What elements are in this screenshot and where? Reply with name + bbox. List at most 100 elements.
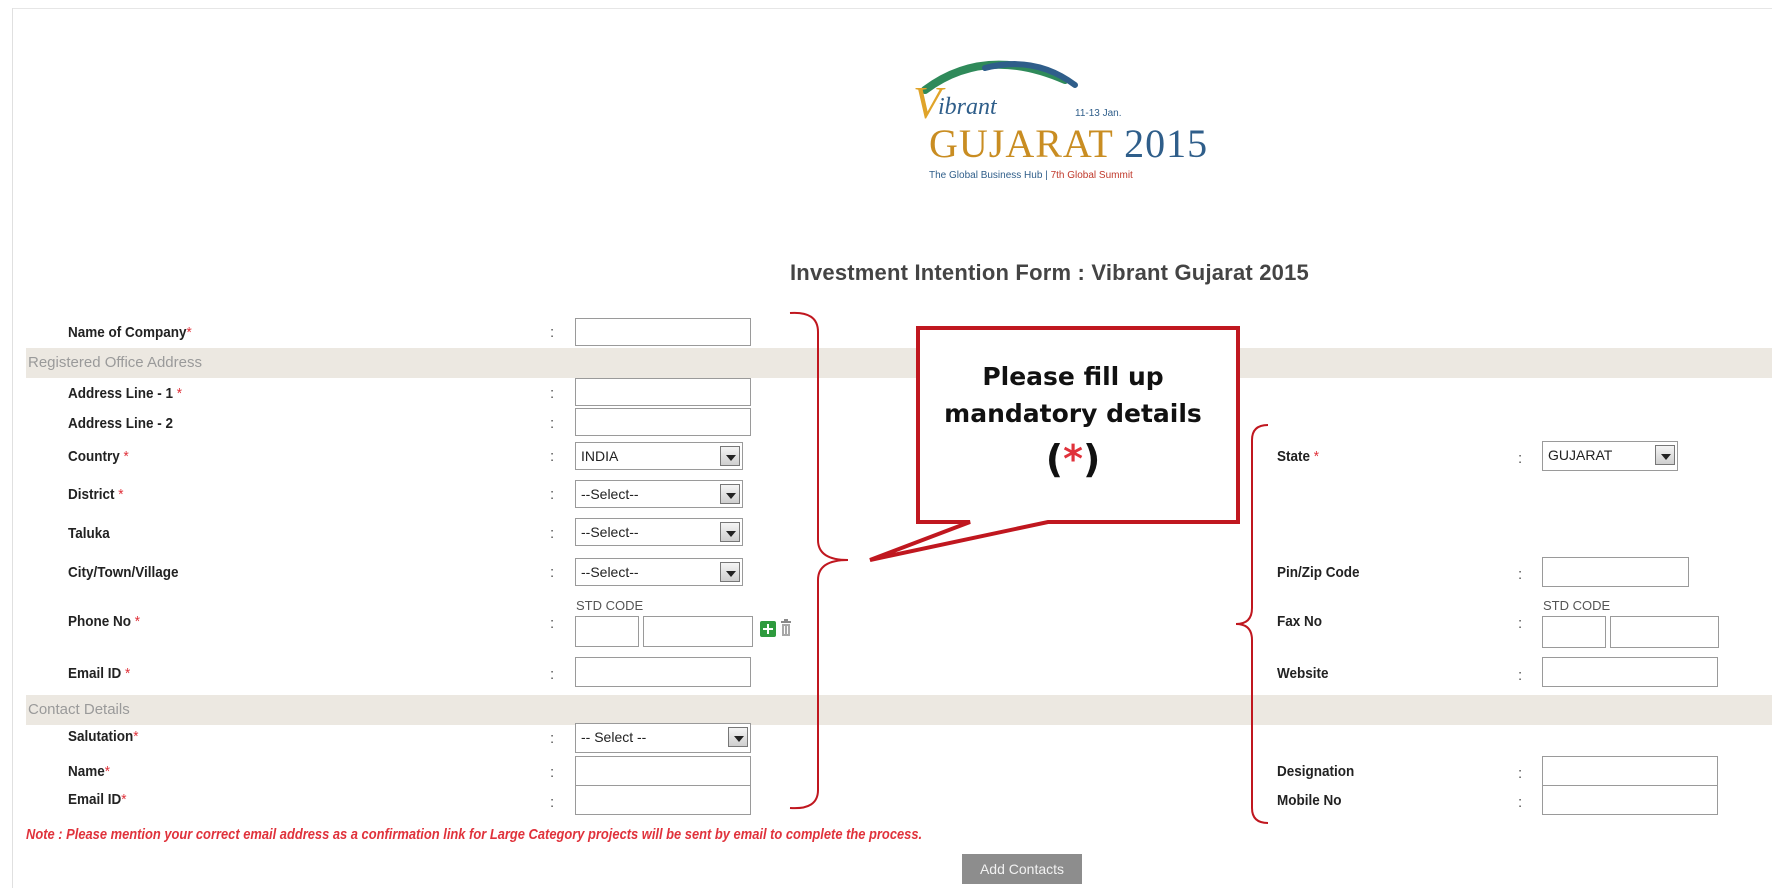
logo-tagline-summit: 7th Global Summit	[1050, 170, 1133, 181]
logo-tagline: The Global Business Hub | 7th Global Sum…	[929, 170, 1133, 181]
required-mark: *	[134, 613, 141, 630]
label-mobile: Mobile No	[1277, 792, 1342, 809]
website-input[interactable]	[1542, 657, 1718, 687]
colon: :	[1518, 765, 1523, 782]
chevron-down-icon[interactable]	[720, 562, 740, 582]
label-company-name-text: Name of Company	[68, 324, 187, 341]
taluka-select[interactable]: --Select--	[575, 518, 743, 546]
label-phone: Phone No *	[68, 613, 140, 630]
fax-std-code-input[interactable]	[1542, 616, 1606, 648]
address2-input[interactable]	[575, 408, 751, 436]
colon: :	[550, 324, 555, 341]
phone-std-code-label: STD CODE	[576, 598, 644, 613]
label-taluka: Taluka	[68, 525, 110, 542]
left-brace	[789, 311, 849, 810]
colon: :	[550, 666, 555, 683]
label-website: Website	[1277, 665, 1329, 682]
label-district: District *	[68, 486, 124, 503]
designation-input[interactable]	[1542, 756, 1718, 786]
required-mark: *	[123, 448, 129, 465]
add-contacts-button[interactable]: Add Contacts	[962, 854, 1082, 884]
colon: :	[1518, 667, 1523, 684]
email-note: Note : Please mention your correct email…	[26, 826, 923, 843]
colon: :	[550, 564, 555, 581]
colon: :	[550, 794, 555, 811]
callout-line2: mandatory details	[944, 399, 1202, 428]
colon: :	[550, 385, 555, 402]
add-phone-icon[interactable]	[760, 621, 776, 637]
required-mark: *	[125, 665, 131, 682]
colon: :	[550, 415, 555, 432]
chevron-down-icon[interactable]	[720, 446, 740, 466]
vibrant-gujarat-logo: V ibrant 11-13 Jan. GUJARAT 2015 The Glo…	[905, 50, 1207, 190]
salutation-select-value: -- Select --	[581, 729, 647, 745]
address1-input[interactable]	[575, 378, 751, 406]
phone-std-code-input[interactable]	[575, 616, 639, 647]
label-address1: Address Line - 1 *	[68, 385, 182, 402]
label-contact-email: Email ID*	[68, 791, 127, 808]
label-salutation-text: Salutation	[68, 728, 134, 745]
logo-year: 2015	[1124, 121, 1209, 166]
section-registered-office: Registered Office Address	[26, 348, 1772, 378]
phone-number-input[interactable]	[643, 616, 753, 647]
label-state: State *	[1277, 448, 1319, 465]
required-mark: *	[186, 324, 192, 341]
logo-name: GUJARAT 2015	[929, 120, 1208, 167]
label-email: Email ID *	[68, 665, 130, 682]
colon: :	[550, 615, 555, 632]
label-fax: Fax No	[1277, 613, 1323, 630]
company-name-input[interactable]	[575, 318, 751, 346]
annotation-overlay	[789, 311, 1269, 824]
city-select[interactable]: --Select--	[575, 558, 743, 586]
colon: :	[550, 448, 555, 465]
label-designation: Designation	[1277, 763, 1355, 780]
label-salutation: Salutation*	[68, 728, 139, 745]
section-contact-details: Contact Details	[26, 695, 1772, 725]
callout-star: *	[1063, 437, 1083, 481]
state-select[interactable]: GUJARAT	[1542, 441, 1678, 471]
label-contact-email-text: Email ID	[68, 791, 122, 808]
salutation-select[interactable]: -- Select --	[575, 723, 751, 753]
required-mark: *	[133, 728, 139, 745]
fax-number-input[interactable]	[1610, 616, 1719, 648]
chevron-down-icon[interactable]	[728, 727, 748, 747]
delete-phone-icon[interactable]	[780, 619, 792, 637]
callout-close-paren: )	[1082, 437, 1101, 481]
mobile-input[interactable]	[1542, 785, 1718, 815]
label-phone-text: Phone No	[68, 613, 131, 630]
right-brace	[1235, 424, 1269, 824]
contact-name-input[interactable]	[575, 756, 751, 786]
colon: :	[550, 486, 555, 503]
district-select-value: --Select--	[581, 486, 639, 502]
chevron-down-icon[interactable]	[720, 522, 740, 542]
contact-email-input[interactable]	[575, 785, 751, 815]
district-select[interactable]: --Select--	[575, 480, 743, 508]
page-left-border	[12, 8, 13, 888]
fax-std-code-label: STD CODE	[1543, 598, 1611, 613]
required-mark: *	[118, 486, 124, 503]
logo-name-text: GUJARAT	[929, 121, 1114, 166]
label-pin: Pin/Zip Code	[1277, 564, 1360, 581]
city-select-value: --Select--	[581, 564, 639, 580]
label-country-text: Country	[68, 448, 120, 465]
form-title: Investment Intention Form : Vibrant Guja…	[790, 260, 1309, 285]
logo-tagline-text: The Global Business Hub	[929, 170, 1043, 181]
label-contact-name: Name*	[68, 763, 110, 780]
label-address1-text: Address Line - 1	[68, 385, 174, 402]
required-mark: *	[176, 385, 183, 402]
page-top-border	[12, 8, 1772, 9]
chevron-down-icon[interactable]	[1655, 445, 1675, 465]
label-district-text: District	[68, 486, 115, 503]
callout-required-symbol: (*)	[912, 432, 1234, 486]
callout-line1: Please fill up	[982, 362, 1164, 391]
email-input[interactable]	[575, 657, 751, 687]
chevron-down-icon[interactable]	[720, 484, 740, 504]
logo-dates: 11-13 Jan.	[1075, 108, 1122, 119]
pin-input[interactable]	[1542, 557, 1689, 587]
colon: :	[550, 525, 555, 542]
colon: :	[1518, 450, 1523, 467]
country-select[interactable]: INDIA	[575, 442, 743, 470]
mandatory-callout: Please fill up mandatory details (*)	[912, 358, 1234, 486]
callout-open-paren: (	[1045, 437, 1064, 481]
required-mark: *	[1313, 448, 1320, 465]
